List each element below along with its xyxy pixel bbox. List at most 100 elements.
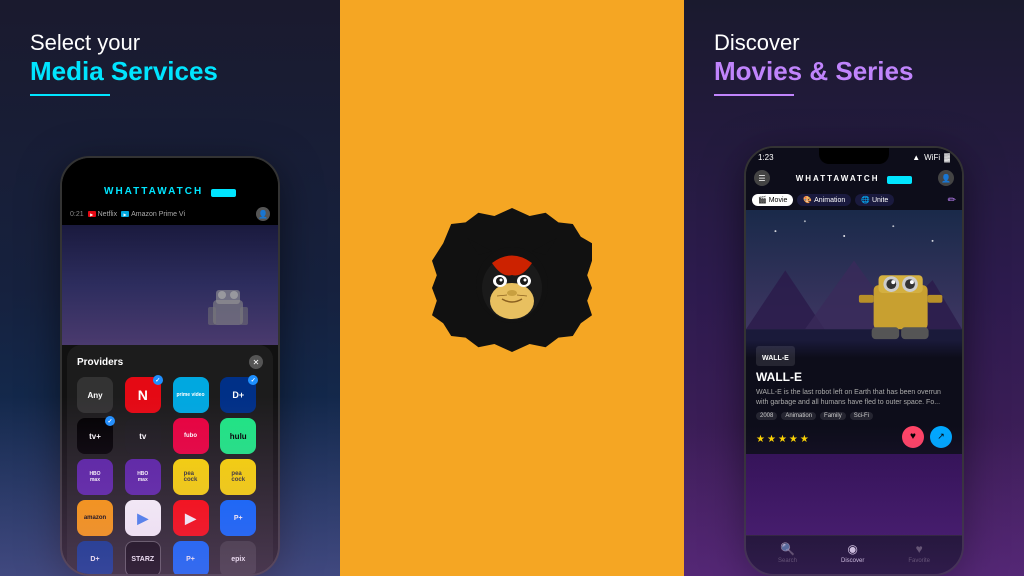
netflix-dot: ▶ [88,211,96,217]
provider-prime[interactable]: prime video [173,377,209,413]
title-underline [30,94,110,96]
heart-button[interactable]: ♥ [902,426,924,448]
robot-svg [198,265,258,345]
panther-logo [457,233,567,343]
star-5: ★ [800,434,809,445]
action-buttons: ♥ ↗ [902,426,952,448]
provider-google[interactable]: ▶ [125,500,161,536]
providers-label: Providers [77,357,123,368]
provider-epix[interactable]: epix [220,541,256,576]
stream-prime: ▶ Amazon Prime Vi [121,211,185,218]
profile-icon-right[interactable]: 👤 [938,170,954,186]
unite-tab-label: Unite [872,197,888,204]
profile-icon: 👤 [256,207,270,221]
app-logo-badge [432,208,592,368]
share-button[interactable]: ↗ [930,426,952,448]
animation-tab-label: Animation [814,197,845,204]
signal-icon: ▲ [912,153,920,162]
provider-paramount2[interactable]: P+ [173,541,209,576]
customize-icon[interactable]: ✏ [948,194,956,206]
providers-header: Providers ✕ [77,355,263,369]
notch-right [819,148,889,164]
streaming-bar: 0:21 ▶ Netflix ▶ Amazon Prime Vi 👤 [62,203,278,225]
favorite-nav-label: Favorite [908,558,930,564]
phone-bg-image [62,225,278,345]
movie-info-section: WALL-E [746,340,962,370]
nav-discover[interactable]: ◉ Discover [841,542,864,564]
prime-label: Amazon Prime Vi [131,211,185,218]
provider-hbomax[interactable]: HBOmax [77,459,113,495]
provider-peacock[interactable]: peacock [173,459,209,495]
star-3: ★ [778,434,787,445]
provider-peacock2[interactable]: peacock [220,459,256,495]
movie-tab-label: Movie [769,197,788,204]
scifi-tag: Sci-Fi [850,412,873,420]
provider-netflix[interactable]: N ✓ [125,377,161,413]
phone-left-mockup: WHATTAWATCH PRO 0:21 ▶ Netflix ▶ Amazon … [60,156,280,576]
time-right: 1:23 [758,153,774,162]
left-subtitle: Select your [30,30,310,56]
star-4: ★ [789,434,798,445]
tab-animation[interactable]: 🎨 Animation [797,194,851,206]
customize-pencil: ✏ [948,195,956,206]
phone-right-inner: 1:23 ▲ WiFi ▓ ☰ WHATTAWATCH PRO 👤 [746,148,962,574]
discover-nav-label: Discover [841,558,864,564]
star-1: ★ [756,434,765,445]
phone-right-mockup: 1:23 ▲ WiFi ▓ ☰ WHATTAWATCH PRO 👤 [744,146,964,576]
nav-search[interactable]: 🔍 Search [778,542,797,564]
wifi-icon: WiFi [924,153,940,162]
tab-movie[interactable]: 🎬 Movie [752,194,793,206]
bottom-navigation: 🔍 Search ◉ Discover ♥ Favorite [746,535,962,574]
discover-nav-icon: ◉ [847,542,857,556]
app-container: Select your Media Services WHATTAWATCH P… [0,0,1024,576]
right-panel: Discover Movies & Series 1:23 ▲ WiFi ▓ ☰ [684,0,1024,576]
left-panel-title: Select your Media Services [30,30,310,96]
movie-hero: WALL-E WALL-E WALL-E is the last robot l… [746,210,962,535]
movie-meta-tags: 2008 Animation Family Sci-Fi [756,412,952,420]
nav-favorite[interactable]: ♥ Favorite [908,542,930,564]
year-tag: 2008 [756,412,777,420]
provider-appletv-plus[interactable]: tv+ ✓ [77,418,113,454]
right-title-underline [714,94,794,96]
provider-disney-right[interactable]: D+ [77,541,113,576]
movie-title: WALL-E [756,370,952,384]
menu-icon[interactable]: ☰ [754,170,770,186]
app-logo-left: WHATTAWATCH PRO [104,186,236,197]
star-2: ★ [767,434,776,445]
globe-icon: 🌐 [861,196,870,204]
app-logo-right: WHATTAWATCH PRO [796,173,913,184]
provider-youtube[interactable]: ▶ [173,500,209,536]
provider-any[interactable]: Any [77,377,113,413]
provider-paramount[interactable]: P+ [220,500,256,536]
wall-e-badge: WALL-E [756,346,795,366]
animation-tab-icon: 🎨 [803,196,812,204]
search-nav-icon: 🔍 [780,542,795,556]
provider-appletv[interactable]: tv [125,418,161,454]
provider-hulu[interactable]: hulu [220,418,256,454]
close-providers-button[interactable]: ✕ [249,355,263,369]
provider-amazon[interactable]: amazon [77,500,113,536]
provider-hbomax2[interactable]: HBOmax [125,459,161,495]
center-panel [340,0,684,576]
netflix-label: Netflix [98,211,117,218]
movie-description: WALL-E is the last robot left on Earth t… [756,388,952,408]
provider-starz[interactable]: STARZ [125,541,161,576]
provider-fubotv[interactable]: fubo [173,418,209,454]
pro-badge-left: PRO [211,189,236,197]
app-logo-text: WHATTAWATCH [104,186,203,197]
stream-netflix: ▶ Netflix [88,211,117,218]
app-header-right: ☰ WHATTAWATCH PRO 👤 [746,166,962,190]
tab-bar: 🎬 Movie 🎨 Animation 🌐 Unite ✏ [746,190,962,210]
tab-united[interactable]: 🌐 Unite [855,194,894,206]
status-icons-right: ▲ WiFi ▓ [912,153,950,162]
movie-tab-icon: 🎬 [758,196,767,204]
search-nav-label: Search [778,558,797,564]
wall-e-badge-text: WALL-E [762,355,789,362]
badge-shape [432,208,592,368]
right-title: Movies & Series [714,56,994,87]
family-tag: Family [820,412,846,420]
check-icon-disney: ✓ [248,375,258,385]
left-title: Media Services [30,56,310,87]
provider-disney[interactable]: D+ ✓ [220,377,256,413]
movie-details: WALL-E WALL-E is the last robot left on … [746,370,962,454]
